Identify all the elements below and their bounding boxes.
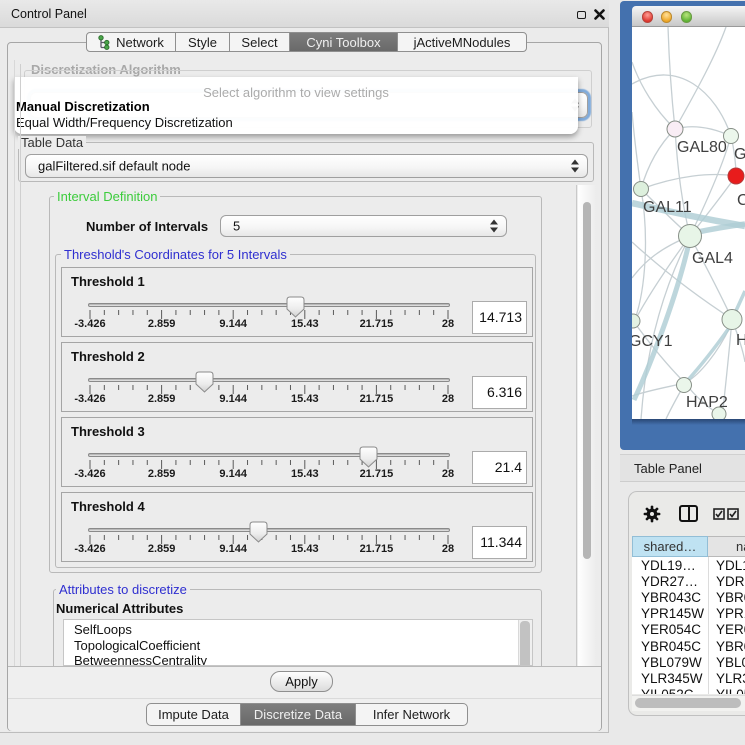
svg-text:GAL4: GAL4 (692, 250, 733, 267)
svg-text:GAL11: GAL11 (643, 199, 692, 216)
svg-text:H: H (736, 332, 745, 349)
svg-text:GCY1: GCY1 (632, 333, 673, 350)
svg-text:CY: CY (737, 192, 745, 209)
svg-text:HAP2: HAP2 (686, 394, 728, 411)
svg-text:GAL80: GAL80 (677, 139, 727, 156)
svg-text:GAL: GAL (734, 146, 745, 163)
